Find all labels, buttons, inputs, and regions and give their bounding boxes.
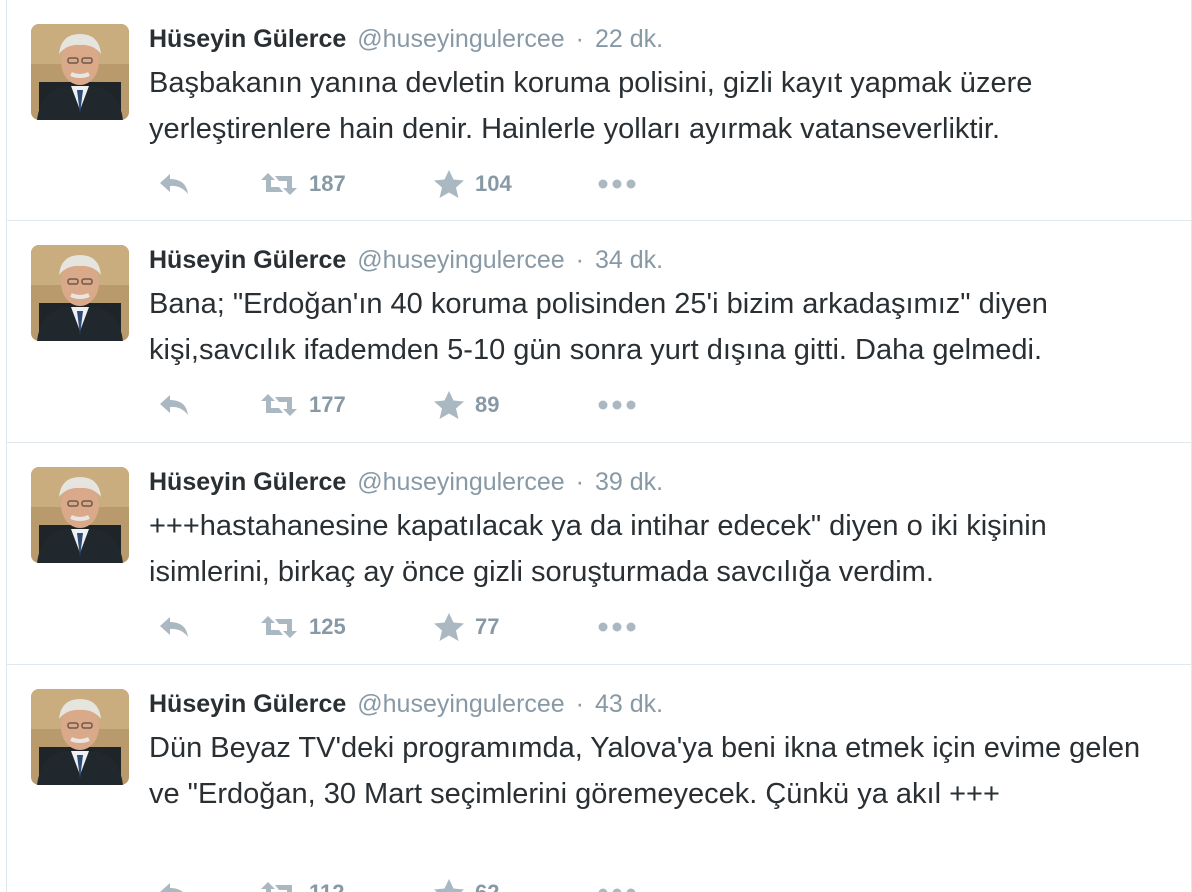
more-button[interactable] [597, 168, 637, 200]
retweet-icon [259, 614, 299, 640]
tweet-text: Başbakanın yanına devletin koruma polisi… [149, 67, 1033, 145]
retweet-count: 112 [309, 880, 345, 892]
more-button[interactable] [597, 877, 637, 892]
reply-icon [157, 171, 191, 197]
retweet-icon [259, 392, 299, 418]
avatar[interactable] [31, 467, 129, 563]
reply-button[interactable] [157, 877, 191, 892]
tweet-header: Hüseyin Gülerce @huseyingulercee · 22 dk… [149, 22, 663, 56]
retweet-button[interactable]: 187 [259, 168, 346, 200]
tweet-timestamp[interactable]: 34 dk. [595, 246, 663, 274]
tweet-actions: 187 104 [149, 168, 669, 200]
tweet[interactable]: Hüseyin Gülerce @huseyingulercee · 34 dk… [7, 221, 1191, 443]
more-button[interactable] [597, 389, 637, 421]
tweet-actions: 125 77 [149, 611, 669, 643]
tweet-timestamp[interactable]: 22 dk. [595, 25, 663, 53]
user-fullname[interactable]: Hüseyin Gülerce [149, 468, 346, 496]
reply-icon [157, 614, 191, 640]
star-icon [433, 612, 465, 642]
reply-button[interactable] [157, 168, 191, 200]
separator-dot: · [575, 246, 584, 274]
tweet[interactable]: Hüseyin Gülerce @huseyingulercee · 39 dk… [7, 443, 1191, 665]
favorite-count: 104 [475, 171, 512, 196]
user-fullname[interactable]: Hüseyin Gülerce [149, 246, 346, 274]
tweet-header: Hüseyin Gülerce @huseyingulercee · 34 dk… [149, 243, 663, 277]
reply-button[interactable] [157, 389, 191, 421]
user-handle[interactable]: @huseyingulercee [357, 468, 564, 496]
favorite-button[interactable]: 77 [433, 611, 499, 643]
avatar[interactable] [31, 24, 129, 120]
tweet-header: Hüseyin Gülerce @huseyingulercee · 43 dk… [149, 687, 663, 721]
user-fullname[interactable]: Hüseyin Gülerce [149, 690, 346, 718]
avatar[interactable] [31, 689, 129, 785]
more-icon [597, 621, 637, 633]
tweet[interactable]: Hüseyin Gülerce @huseyingulercee · 43 dk… [7, 665, 1191, 892]
tweet-text: +++hastahanesine kapatılacak ya da intih… [149, 510, 1047, 588]
reply-icon [157, 880, 191, 892]
retweet-count: 187 [309, 171, 346, 196]
tweet[interactable]: Hüseyin Gülerce @huseyingulercee · 22 dk… [7, 0, 1191, 221]
separator-dot: · [575, 468, 584, 496]
favorite-button[interactable]: 62 [433, 877, 499, 892]
reply-button[interactable] [157, 611, 191, 643]
avatar[interactable] [31, 245, 129, 341]
tweet-text: Bana; "Erdoğan'ın 40 koruma polisinden 2… [149, 288, 1048, 366]
favorite-count: 62 [475, 880, 499, 892]
tweet-text: Dün Beyaz TV'deki programımda, Yalova'ya… [149, 732, 1141, 810]
favorite-button[interactable]: 104 [433, 168, 512, 200]
star-icon [433, 169, 465, 199]
tweet-actions: 112 62 [149, 877, 669, 892]
separator-dot: · [575, 690, 584, 718]
tweet-timestamp[interactable]: 39 dk. [595, 468, 663, 496]
retweet-button[interactable]: 177 [259, 389, 346, 421]
more-button[interactable] [597, 611, 637, 643]
star-icon [433, 390, 465, 420]
separator-dot: · [575, 25, 584, 53]
more-icon [597, 178, 637, 190]
star-icon [433, 878, 465, 892]
favorite-button[interactable]: 89 [433, 389, 499, 421]
user-handle[interactable]: @huseyingulercee [357, 25, 564, 53]
timeline: Hüseyin Gülerce @huseyingulercee · 22 dk… [6, 0, 1192, 892]
retweet-button[interactable]: 112 [259, 877, 345, 892]
retweet-icon [259, 880, 299, 892]
retweet-count: 177 [309, 392, 346, 417]
retweet-count: 125 [309, 614, 346, 639]
tweet-header: Hüseyin Gülerce @huseyingulercee · 39 dk… [149, 465, 663, 499]
user-handle[interactable]: @huseyingulercee [357, 246, 564, 274]
tweet-timestamp[interactable]: 43 dk. [595, 690, 663, 718]
tweet-actions: 177 89 [149, 389, 669, 421]
retweet-button[interactable]: 125 [259, 611, 346, 643]
reply-icon [157, 392, 191, 418]
user-fullname[interactable]: Hüseyin Gülerce [149, 25, 346, 53]
more-icon [597, 887, 637, 892]
favorite-count: 89 [475, 392, 500, 417]
favorite-count: 77 [475, 614, 500, 639]
more-icon [597, 399, 637, 411]
user-handle[interactable]: @huseyingulercee [357, 690, 564, 718]
retweet-icon [259, 171, 299, 197]
